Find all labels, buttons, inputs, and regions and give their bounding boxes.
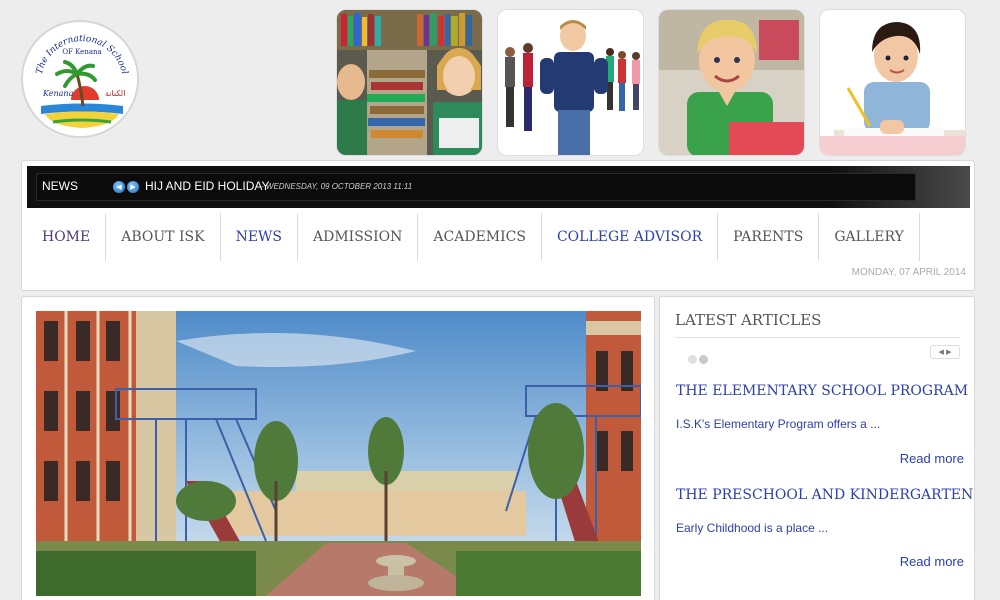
news-ticker: NEWS ◀ ▶ HIJ AND EID HOLIDAY - WEDNESDAY… xyxy=(27,166,970,208)
latest-articles-panel: LATEST ARTICLES ◀ ▶ THE ELEMENTARY SCHOO… xyxy=(659,296,975,600)
prev-arrow-icon[interactable]: ◀ xyxy=(113,181,125,193)
school-logo[interactable]: The International School OF Kenana Kenan… xyxy=(21,20,139,138)
smiling-boy-photo xyxy=(658,9,805,156)
ticker-headline[interactable]: HIJ AND EID HOLIDAY xyxy=(145,179,269,193)
svg-text:OF Kenana: OF Kenana xyxy=(62,48,101,56)
navigation-panel: NEWS ◀ ▶ HIJ AND EID HOLIDAY - WEDNESDAY… xyxy=(21,160,975,291)
article-excerpt-2: Early Childhood is a place ... xyxy=(676,521,829,535)
menu-item-academics[interactable]: ACADEMICS xyxy=(418,213,542,261)
school-courtyard-photo xyxy=(36,311,641,596)
slider-dot-active[interactable] xyxy=(699,355,708,364)
menu-item-gallery[interactable]: GALLERY xyxy=(819,213,920,261)
news-ticker-bar: NEWS ◀ ▶ HIJ AND EID HOLIDAY - WEDNESDAY… xyxy=(36,173,916,201)
menu-item-college-advisor[interactable]: COLLEGE ADVISOR xyxy=(542,213,719,261)
slider-arrows[interactable]: ◀ ▶ xyxy=(930,345,960,359)
main-menu: HOME ABOUT ISK NEWS ADMISSION ACADEMICS … xyxy=(27,213,920,261)
title-divider xyxy=(675,337,960,338)
article-title-1[interactable]: THE ELEMENTARY SCHOOL PROGRAM xyxy=(676,383,968,399)
slider-dots xyxy=(688,349,710,368)
ticker-date: - WEDNESDAY, 09 OCTOBER 2013 11:11 xyxy=(261,182,413,191)
svg-text:Kenana: Kenana xyxy=(42,89,74,98)
read-more-link-1[interactable]: Read more xyxy=(900,451,964,466)
current-date: MONDAY, 07 APRIL 2014 xyxy=(851,267,966,278)
menu-item-parents[interactable]: PARENTS xyxy=(718,213,820,261)
menu-item-news[interactable]: NEWS xyxy=(221,213,299,261)
main-content-panel xyxy=(21,296,655,600)
boy-writing-photo xyxy=(819,9,966,156)
article-title-2[interactable]: THE PRESCHOOL AND KINDERGARTEN xyxy=(676,487,973,503)
ticker-label: NEWS xyxy=(42,179,78,193)
article-excerpt-1: I.S.K's Elementary Program offers a ... xyxy=(676,417,881,431)
latest-articles-title: LATEST ARTICLES xyxy=(675,311,822,329)
students-with-books-photo xyxy=(336,9,483,156)
menu-item-about-isk[interactable]: ABOUT ISK xyxy=(106,213,221,261)
read-more-link-2[interactable]: Read more xyxy=(900,554,964,569)
svg-text:الكنانة: الكنانة xyxy=(105,89,125,98)
menu-item-home[interactable]: HOME xyxy=(27,213,107,261)
menu-item-admission[interactable]: ADMISSION xyxy=(298,213,419,261)
slider-dot[interactable] xyxy=(688,355,697,364)
next-arrow-icon[interactable]: ▶ xyxy=(127,181,139,193)
students-walking-photo xyxy=(497,9,644,156)
